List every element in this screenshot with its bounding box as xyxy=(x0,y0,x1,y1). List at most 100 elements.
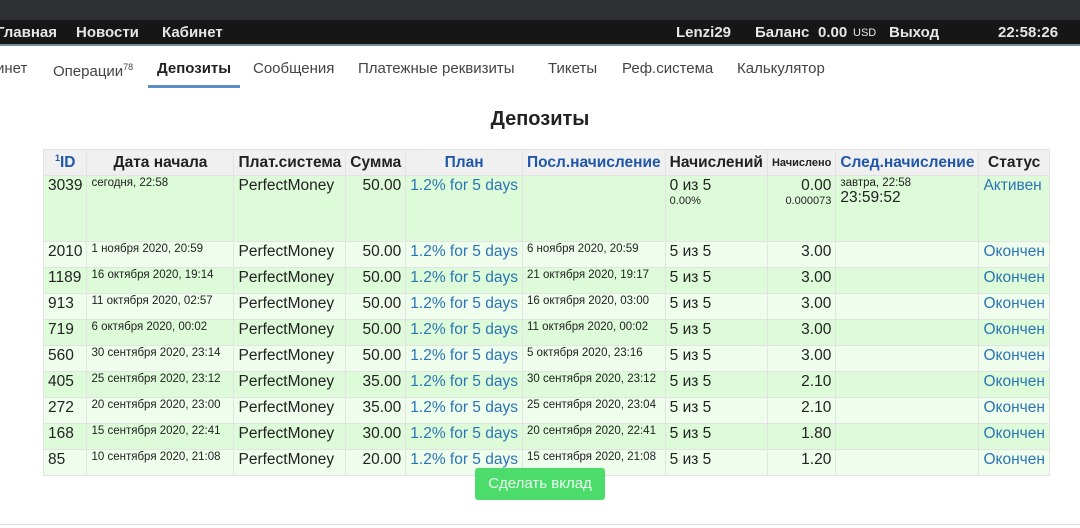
cell-sum: 50.00 xyxy=(345,241,407,268)
cell-status[interactable]: Окончен xyxy=(978,241,1050,268)
cell-start: 1 ноября 2020, 20:59 xyxy=(86,241,235,268)
col-last-accrual[interactable]: Посл.начисление xyxy=(521,149,666,176)
cell-plan-link[interactable]: 1.2% for 5 days xyxy=(405,241,523,268)
cell-next-accrual xyxy=(835,397,980,424)
make-deposit-button[interactable]: Сделать вклад xyxy=(475,468,605,500)
cell-start: 10 сентября 2020, 21:08 xyxy=(86,449,235,476)
cell-last-accrual: 21 октября 2020, 19:17 xyxy=(521,267,666,294)
cell-next-accrual xyxy=(835,319,980,346)
cell-status[interactable]: Окончен xyxy=(978,345,1050,372)
cell-accrual-count: 5 из 5 xyxy=(664,267,768,294)
nav-cabinet[interactable]: Кабинет xyxy=(162,24,223,41)
cell-next-accrual xyxy=(835,423,980,450)
nav-home[interactable]: Главная xyxy=(0,24,57,41)
cell-plan-link[interactable]: 1.2% for 5 days xyxy=(405,397,523,424)
cell-id: 3039 xyxy=(42,175,88,242)
cell-accrual-count: 5 из 5 xyxy=(664,241,768,268)
cell-sum: 50.00 xyxy=(345,267,407,294)
col-sum: Сумма xyxy=(345,149,407,176)
cell-status[interactable]: Окончен xyxy=(978,371,1050,398)
cell-start: сегодня, 22:58 xyxy=(86,175,235,242)
cell-accrued: 3.00 xyxy=(766,345,837,372)
username[interactable]: Lenzi29 xyxy=(676,24,731,41)
cell-plan-link[interactable]: 1.2% for 5 days xyxy=(405,345,523,372)
tab-calculator[interactable]: Калькулятор xyxy=(737,60,825,77)
cell-accrued: 3.00 xyxy=(766,319,837,346)
table-row: 272 20 сентября 2020, 23:00 PerfectMoney 35… xyxy=(42,397,1050,424)
cell-system: PerfectMoney xyxy=(233,175,347,242)
col-id[interactable]: 1ID xyxy=(42,149,88,176)
cell-accrual-count: 5 из 5 xyxy=(664,319,768,346)
cell-sum: 30.00 xyxy=(345,423,407,450)
cell-system: PerfectMoney xyxy=(233,423,347,450)
logout-link[interactable]: Выход xyxy=(889,24,939,41)
col-start: Дата начала xyxy=(86,149,235,176)
cell-next-accrual xyxy=(835,267,980,294)
cell-status[interactable]: Окончен xyxy=(978,319,1050,346)
cell-start: 6 октября 2020, 00:02 xyxy=(86,319,235,346)
cell-system: PerfectMoney xyxy=(233,397,347,424)
tab-label: Операции xyxy=(53,63,124,80)
col-system: Плат.система xyxy=(233,149,347,176)
tab-messages[interactable]: Сообщения xyxy=(253,60,334,77)
cell-start: 20 сентября 2020, 23:00 xyxy=(86,397,235,424)
cell-plan-link[interactable]: 1.2% for 5 days xyxy=(405,371,523,398)
cell-accrual-count: 0 из 5 0.00% xyxy=(664,175,768,242)
col-status: Статус xyxy=(978,149,1050,176)
cell-status[interactable]: Окончен xyxy=(978,423,1050,450)
next-timer: 23:59:52 xyxy=(840,189,901,206)
tab-tickets[interactable]: Тикеты xyxy=(548,60,597,77)
cell-sum: 50.00 xyxy=(345,293,407,320)
cell-accrual-count: 5 из 5 xyxy=(664,449,768,476)
cell-status[interactable]: Окончен xyxy=(978,449,1050,476)
table-row: 913 11 октября 2020, 02:57 PerfectMoney 50.… xyxy=(42,293,1050,320)
cell-sum: 35.00 xyxy=(345,371,407,398)
cell-status[interactable]: Активен xyxy=(978,175,1050,242)
cell-status[interactable]: Окончен xyxy=(978,267,1050,294)
cell-plan-link[interactable]: 1.2% for 5 days xyxy=(405,423,523,450)
col-next-accrual[interactable]: След.начисление xyxy=(835,149,980,176)
tab-payment-details[interactable]: Платежные реквизиты xyxy=(358,60,515,77)
cell-accrued: 3.00 xyxy=(766,241,837,268)
cell-id: 560 xyxy=(42,345,88,372)
cell-id: 272 xyxy=(42,397,88,424)
cell-plan-link[interactable]: 1.2% for 5 days xyxy=(405,319,523,346)
cell-id: 168 xyxy=(42,423,88,450)
cell-sum: 50.00 xyxy=(345,175,407,242)
count-value: 0 из 5 xyxy=(669,177,712,194)
cell-start: 11 октября 2020, 02:57 xyxy=(86,293,235,320)
page-title: Депозиты xyxy=(490,108,590,130)
tab-referral[interactable]: Реф.система xyxy=(622,60,713,77)
col-accrued: Начислено xyxy=(766,149,837,176)
divider xyxy=(0,524,1080,525)
cell-status[interactable]: Окончен xyxy=(978,293,1050,320)
tab-deposits[interactable]: Депозиты xyxy=(148,60,241,88)
cell-sum: 35.00 xyxy=(345,397,407,424)
cell-plan-link[interactable]: 1.2% for 5 days xyxy=(405,293,523,320)
cell-accrued: 1.20 xyxy=(766,449,837,476)
table-row: 3039 сегодня, 22:58 PerfectMoney 50.00 1.2% … xyxy=(42,175,1050,242)
cell-accrued: 2.10 xyxy=(766,397,837,424)
cell-accrued: 0.00 0.000073 xyxy=(766,175,837,242)
cell-next-accrual: завтра, 22:58 23:59:52 xyxy=(835,175,980,242)
table-row: 168 15 сентября 2020, 22:41 PerfectMoney 30… xyxy=(42,423,1050,450)
cell-next-accrual xyxy=(835,345,980,372)
tab-cabinet[interactable]: инет xyxy=(0,60,27,77)
operations-badge: 78 xyxy=(123,62,134,72)
cell-accrual-count: 5 из 5 xyxy=(664,345,768,372)
cell-last-accrual: 6 ноября 2020, 20:59 xyxy=(521,241,666,268)
cell-last-accrual: 20 сентября 2020, 22:41 xyxy=(521,423,666,450)
cell-accrued: 3.00 xyxy=(766,267,837,294)
cell-last-accrual: 25 сентября 2020, 23:04 xyxy=(521,397,666,424)
cell-plan-link[interactable]: 1.2% for 5 days xyxy=(405,267,523,294)
tab-operations[interactable]: Операции78 xyxy=(53,62,133,80)
top-strip xyxy=(0,0,1080,20)
balance-label: Баланс xyxy=(755,24,810,41)
cell-next-accrual xyxy=(835,293,980,320)
nav-news[interactable]: Новости xyxy=(76,24,139,41)
cell-status[interactable]: Окончен xyxy=(978,397,1050,424)
cell-start: 15 сентября 2020, 22:41 xyxy=(86,423,235,450)
col-plan[interactable]: План xyxy=(405,149,523,176)
accrued-value: 0.00 xyxy=(801,177,832,194)
cell-plan-link[interactable]: 1.2% for 5 days xyxy=(405,175,523,242)
